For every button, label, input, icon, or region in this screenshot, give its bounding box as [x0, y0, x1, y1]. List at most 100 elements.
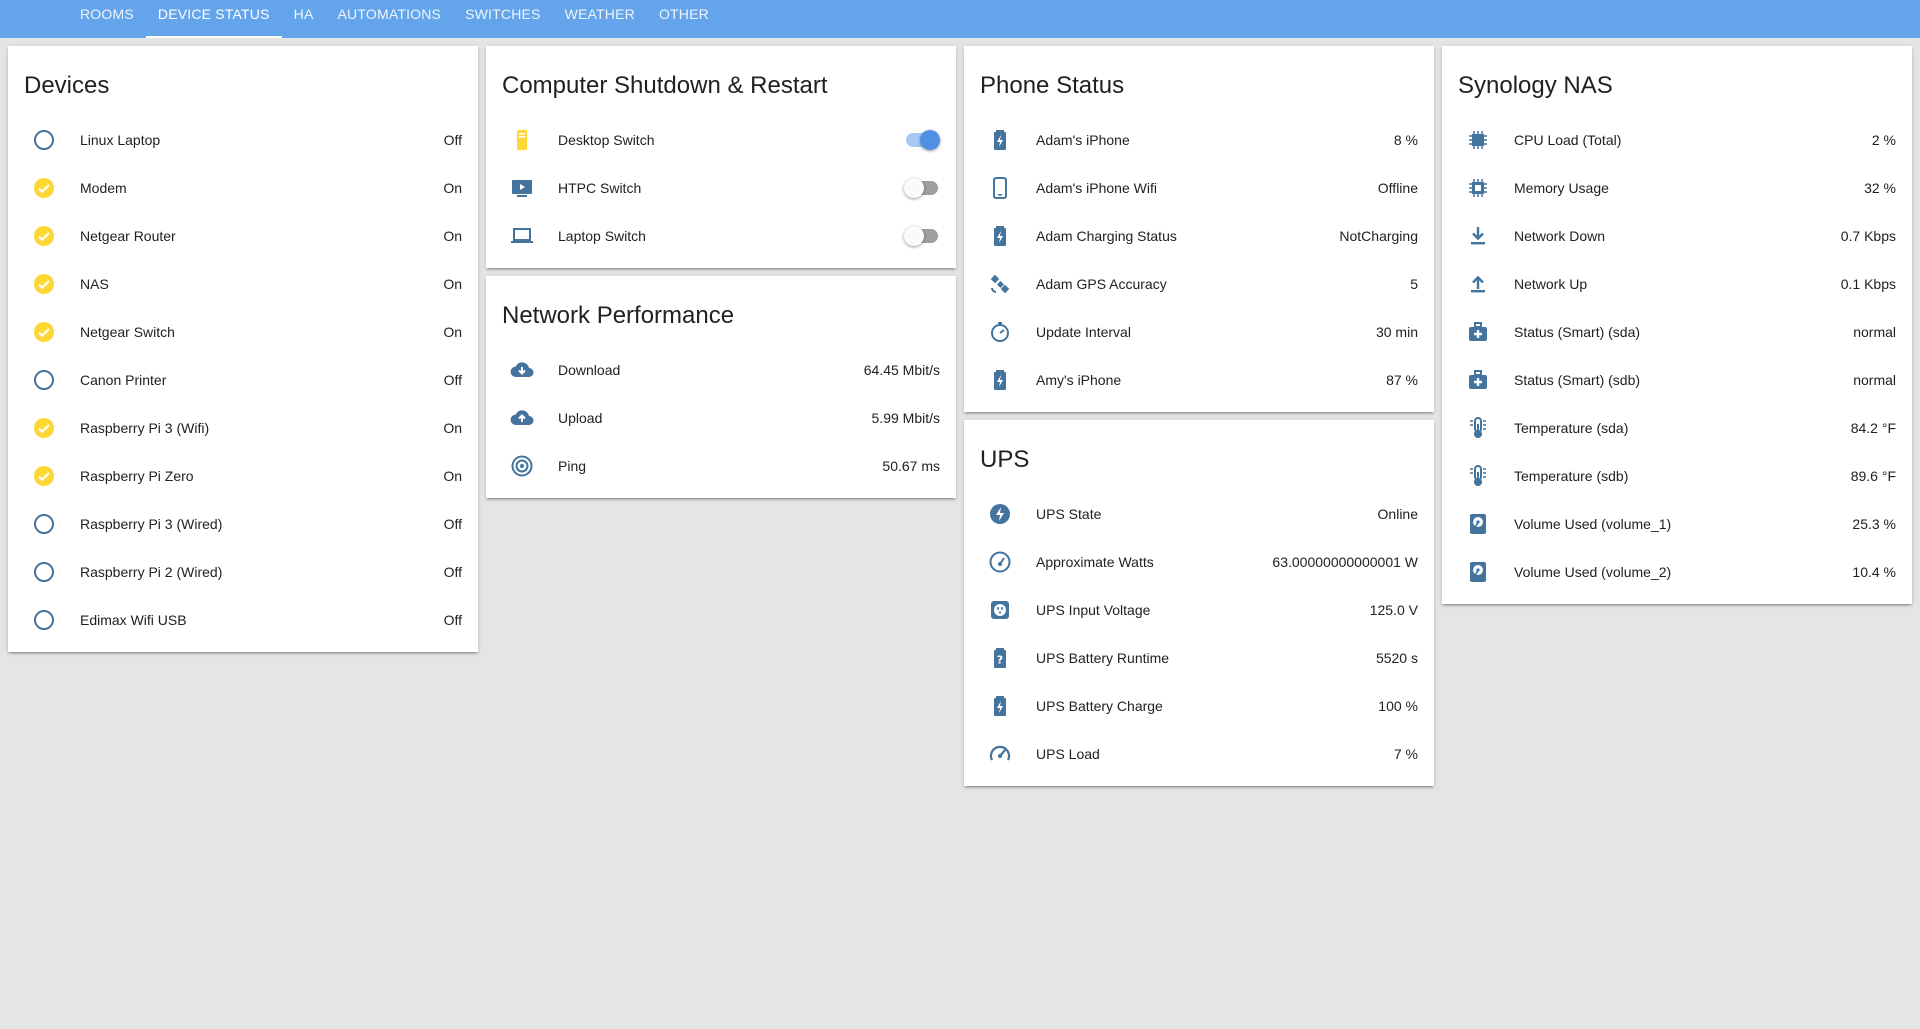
- entity-state: 5520 s: [1375, 650, 1418, 666]
- nas-row[interactable]: Temperature (sdb) 89.6 °F: [1442, 452, 1912, 500]
- ups-row[interactable]: UPS Load 7 %: [964, 730, 1434, 778]
- devices-row[interactable]: Modem On: [8, 164, 478, 212]
- ups-row[interactable]: UPS State Online: [964, 490, 1434, 538]
- entity-state: On: [443, 420, 462, 436]
- entity-label: Netgear Router: [80, 228, 176, 244]
- phone-row[interactable]: Adam's iPhone 8 %: [964, 116, 1434, 164]
- upload-icon: [1458, 264, 1498, 304]
- nas-row[interactable]: Network Down 0.7 Kbps: [1442, 212, 1912, 260]
- entity-state: Off: [443, 564, 462, 580]
- entity-label: Temperature (sda): [1514, 420, 1629, 436]
- toggle-knob: [904, 178, 924, 198]
- toggle-knob: [920, 130, 940, 150]
- entity-state: Offline: [1377, 180, 1418, 196]
- entity-label: Laptop Switch: [558, 228, 646, 244]
- devices-card: Devices Linux Laptop Off Modem On Netgear Ro…: [8, 46, 478, 652]
- network-row[interactable]: Download 64.45 Mbit/s: [486, 346, 956, 394]
- synology-nas-card: Synology NAS CPU Load (Total) 2 % Memory U…: [1442, 46, 1912, 604]
- nas-row[interactable]: Status (Smart) (sda) normal: [1442, 308, 1912, 356]
- entity-label: HTPC Switch: [558, 180, 642, 196]
- nas-row[interactable]: Status (Smart) (sdb) normal: [1442, 356, 1912, 404]
- devices-row[interactable]: Canon Printer Off: [8, 356, 478, 404]
- nas-row[interactable]: Network Up 0.1 Kbps: [1442, 260, 1912, 308]
- card-title: Devices: [24, 72, 110, 99]
- ups-card: UPS UPS State Online Approximate Watts 63.0…: [964, 420, 1434, 786]
- phone-status-card: Phone Status Adam's iPhone 8 % Adam's iPho…: [964, 46, 1434, 412]
- devices-row[interactable]: Edimax Wifi USB Off: [8, 596, 478, 644]
- nas-row[interactable]: Temperature (sda) 84.2 °F: [1442, 404, 1912, 452]
- entity-label: CPU Load (Total): [1514, 132, 1622, 148]
- tab-other[interactable]: OTHER: [647, 0, 721, 38]
- entity-state: 25.3 %: [1852, 516, 1896, 532]
- ups-row[interactable]: Approximate Watts 63.00000000000001 W: [964, 538, 1434, 586]
- ups-row[interactable]: UPS Input Voltage 125.0 V: [964, 586, 1434, 634]
- tab-weather[interactable]: WEATHER: [553, 0, 647, 38]
- phone-row[interactable]: Adam GPS Accuracy 5: [964, 260, 1434, 308]
- tab-automations[interactable]: AUTOMATIONS: [326, 0, 454, 38]
- entity-label: UPS Input Voltage: [1036, 602, 1151, 618]
- entity-state: 8 %: [1393, 132, 1418, 148]
- entity-label: Modem: [80, 180, 127, 196]
- phone-row[interactable]: Update Interval 30 min: [964, 308, 1434, 356]
- nas-row[interactable]: CPU Load (Total) 2 %: [1442, 116, 1912, 164]
- television-play-icon: [502, 168, 542, 208]
- entity-label: Raspberry Pi 3 (Wired): [80, 516, 223, 532]
- toggle-switch[interactable]: [904, 130, 940, 150]
- entity-state: 63.00000000000001 W: [1272, 554, 1418, 570]
- cellphone-icon: [980, 168, 1020, 208]
- circle-outline-icon: [24, 120, 64, 160]
- nas-row[interactable]: Volume Used (volume_1) 25.3 %: [1442, 500, 1912, 548]
- entity-label: Netgear Switch: [80, 324, 175, 340]
- entity-state: 0.1 Kbps: [1840, 276, 1896, 292]
- devices-row[interactable]: Linux Laptop Off: [8, 116, 478, 164]
- devices-row[interactable]: Raspberry Pi 2 (Wired) Off: [8, 548, 478, 596]
- devices-row[interactable]: NAS On: [8, 260, 478, 308]
- computer-row[interactable]: HTPC Switch: [486, 164, 956, 212]
- entity-state: 89.6 °F: [1850, 468, 1896, 484]
- entity-state: 84.2 °F: [1850, 420, 1896, 436]
- entity-label: UPS Battery Charge: [1036, 698, 1163, 714]
- computer-row[interactable]: Laptop Switch: [486, 212, 956, 260]
- toggle-switch[interactable]: [904, 226, 940, 246]
- phone-row[interactable]: Adam's iPhone Wifi Offline: [964, 164, 1434, 212]
- entity-label: Download: [558, 362, 621, 378]
- devices-row[interactable]: Raspberry Pi 3 (Wifi) On: [8, 404, 478, 452]
- entity-label: Network Down: [1514, 228, 1606, 244]
- battery-charging-icon: [980, 120, 1020, 160]
- entity-state: 2 %: [1871, 132, 1896, 148]
- network-row[interactable]: Ping 50.67 ms: [486, 442, 956, 490]
- entity-label: UPS Battery Runtime: [1036, 650, 1170, 666]
- nas-row[interactable]: Volume Used (volume_2) 10.4 %: [1442, 548, 1912, 596]
- devices-row[interactable]: Raspberry Pi Zero On: [8, 452, 478, 500]
- devices-row[interactable]: Netgear Router On: [8, 212, 478, 260]
- thermometer-icon: [1458, 408, 1498, 448]
- devices-row[interactable]: Netgear Switch On: [8, 308, 478, 356]
- devices-row[interactable]: Raspberry Pi 3 (Wired) Off: [8, 500, 478, 548]
- phone-row[interactable]: Amy's iPhone 87 %: [964, 356, 1434, 404]
- network-row[interactable]: Upload 5.99 Mbit/s: [486, 394, 956, 442]
- tab-switches[interactable]: SWITCHES: [453, 0, 553, 38]
- entity-label: Amy's iPhone: [1036, 372, 1122, 388]
- entity-label: Raspberry Pi 3 (Wifi): [80, 420, 210, 436]
- phone-row[interactable]: Adam Charging Status NotCharging: [964, 212, 1434, 260]
- entity-state: 0.7 Kbps: [1840, 228, 1896, 244]
- memory-icon: [1458, 168, 1498, 208]
- entity-state: 30 min: [1375, 324, 1418, 340]
- nas-row[interactable]: Memory Usage 32 %: [1442, 164, 1912, 212]
- tab-rooms[interactable]: ROOMS: [68, 0, 146, 38]
- entity-label: NAS: [80, 276, 109, 292]
- thermometer-icon: [1458, 456, 1498, 496]
- tab-device-status[interactable]: DEVICE STATUS: [145, 0, 282, 38]
- computer-shutdown-card: Computer Shutdown & Restart Desktop Swit…: [486, 46, 956, 268]
- entity-state: normal: [1853, 372, 1896, 388]
- timer-icon: [980, 312, 1020, 352]
- computer-row[interactable]: Desktop Switch: [486, 116, 956, 164]
- tab-ha[interactable]: HA: [282, 0, 326, 38]
- entity-state: normal: [1853, 324, 1896, 340]
- toggle-switch[interactable]: [904, 178, 940, 198]
- ups-row[interactable]: ? UPS Battery Runtime 5520 s: [964, 634, 1434, 682]
- ups-row[interactable]: UPS Battery Charge 100 %: [964, 682, 1434, 730]
- desktop-tower-icon: [502, 120, 542, 160]
- target-icon: [502, 446, 542, 486]
- harddisk-icon: [1458, 552, 1498, 592]
